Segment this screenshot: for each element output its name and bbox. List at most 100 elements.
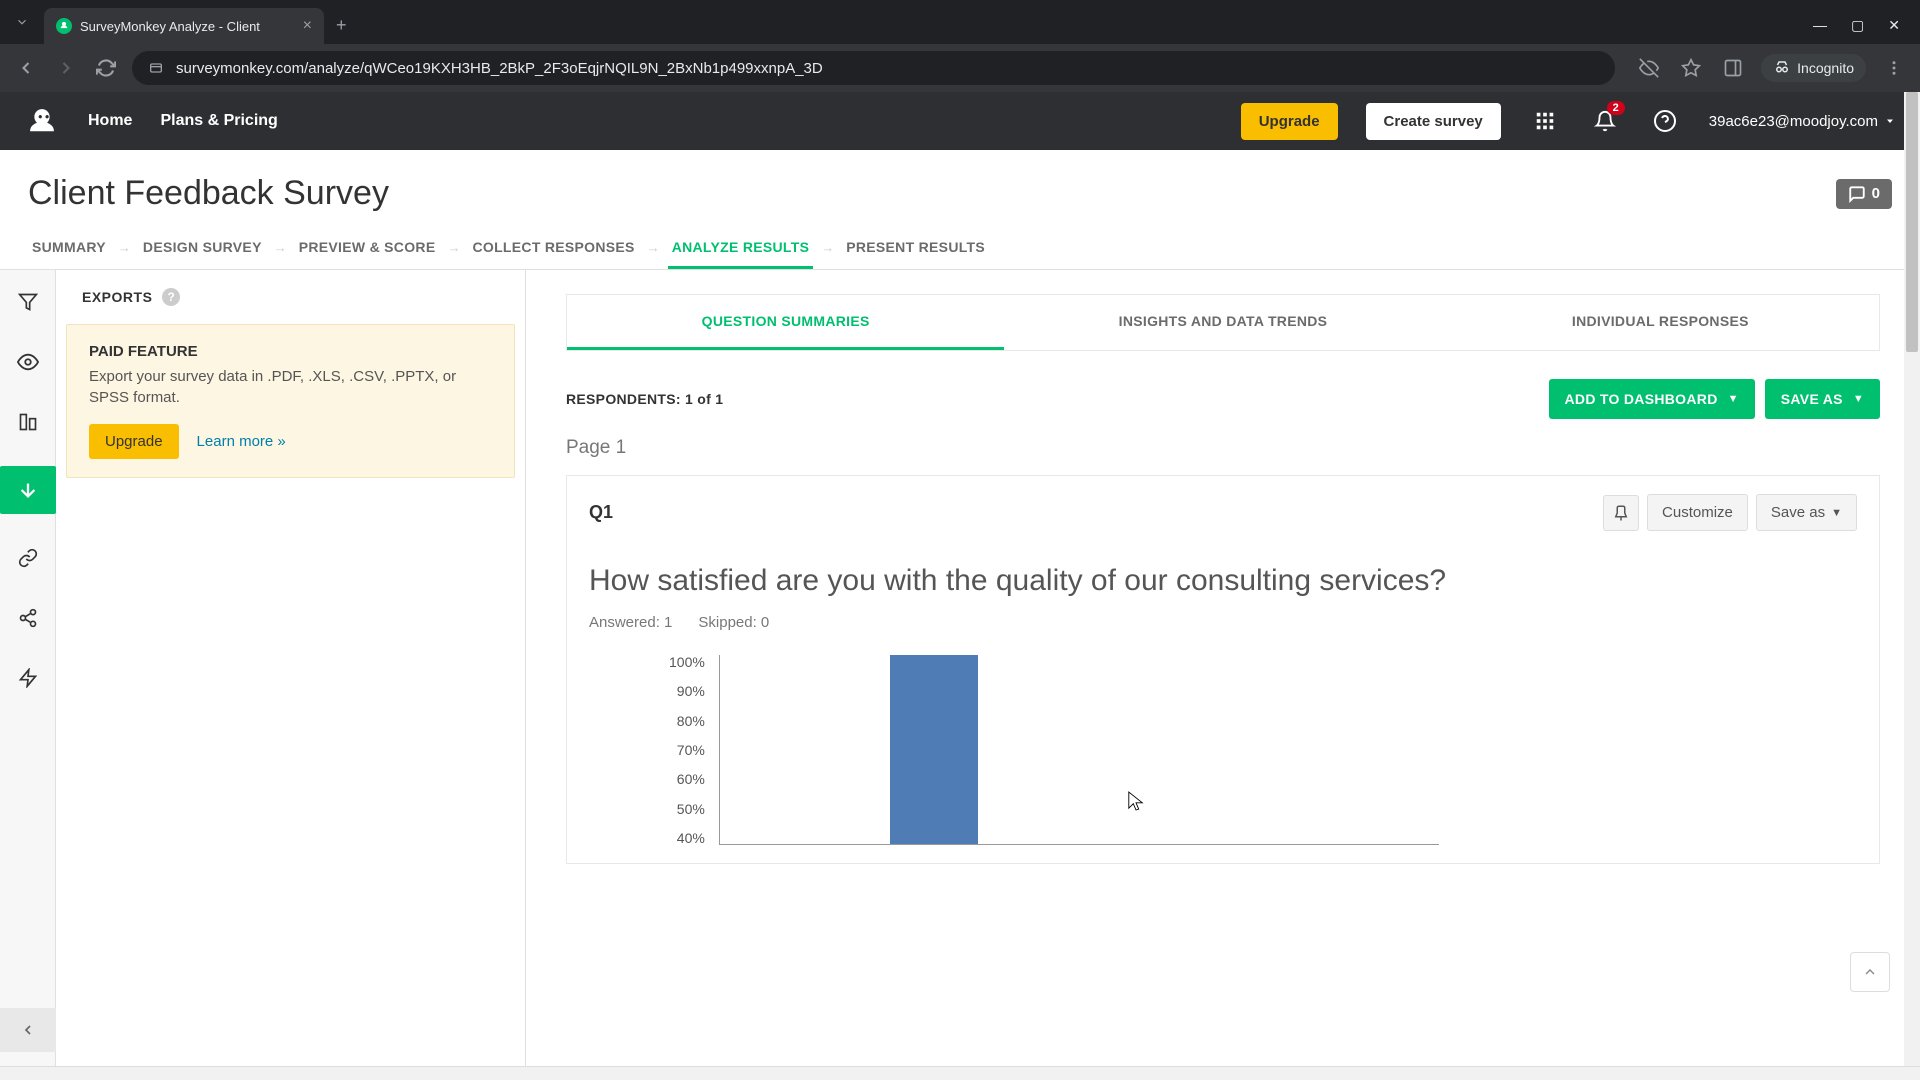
forward-icon[interactable] <box>52 54 80 82</box>
notifications-bell-icon[interactable]: 2 <box>1589 105 1621 137</box>
chart-bar[interactable] <box>890 655 978 844</box>
y-tick: 90% <box>677 684 705 698</box>
paid-feature-card: PAID FEATURE Export your survey data in … <box>66 324 515 478</box>
comment-icon <box>1848 185 1866 203</box>
minimize-icon[interactable]: — <box>1813 17 1827 34</box>
export-download-icon[interactable] <box>0 466 56 514</box>
help-icon[interactable] <box>1649 105 1681 137</box>
arrow-icon: → <box>118 240 131 255</box>
vertical-scrollbar[interactable] <box>1904 92 1920 1066</box>
apps-grid-icon[interactable] <box>1529 105 1561 137</box>
comments-button[interactable]: 0 <box>1836 179 1892 209</box>
eye-icon[interactable] <box>12 346 44 378</box>
answered-stat: Answered: 1 <box>589 614 672 631</box>
horizontal-scrollbar[interactable] <box>0 1066 1920 1080</box>
upgrade-small-button[interactable]: Upgrade <box>89 424 179 459</box>
collapse-rail-icon[interactable] <box>0 1008 56 1052</box>
result-tabs: QUESTION SUMMARIES INSIGHTS AND DATA TRE… <box>566 294 1880 351</box>
pin-icon[interactable] <box>1603 495 1639 531</box>
workflow-tabs: SUMMARY → DESIGN SURVEY → PREVIEW & SCOR… <box>0 225 1920 270</box>
upgrade-button[interactable]: Upgrade <box>1241 103 1338 140</box>
new-tab-button[interactable]: + <box>336 15 347 36</box>
save-as-button[interactable]: SAVE AS ▼ <box>1765 379 1880 419</box>
exports-help-icon[interactable]: ? <box>162 288 180 306</box>
chevron-down-icon: ▼ <box>1831 507 1842 519</box>
results-toolbar: RESPONDENTS: 1 of 1 ADD TO DASHBOARD ▼ S… <box>566 379 1880 419</box>
tab-title: SurveyMonkey Analyze - Client <box>80 19 295 34</box>
question-title: How satisfied are you with the quality o… <box>589 561 1857 600</box>
site-info-icon[interactable] <box>146 58 166 78</box>
address-bar[interactable]: surveymonkey.com/analyze/qWCeo19KXH3HB_2… <box>132 51 1615 85</box>
paid-feature-description: Export your survey data in .PDF, .XLS, .… <box>89 366 492 408</box>
bolt-icon[interactable] <box>12 662 44 694</box>
bookmark-star-icon[interactable] <box>1677 54 1705 82</box>
respondents-count: RESPONDENTS: 1 of 1 <box>566 391 723 407</box>
url-text: surveymonkey.com/analyze/qWCeo19KXH3HB_2… <box>176 60 823 77</box>
share-icon[interactable] <box>12 602 44 634</box>
browser-toolbar: surveymonkey.com/analyze/qWCeo19KXH3HB_2… <box>0 44 1920 92</box>
customize-button[interactable]: Customize <box>1647 494 1748 531</box>
eye-off-icon[interactable] <box>1635 54 1663 82</box>
back-icon[interactable] <box>12 54 40 82</box>
arrow-icon: → <box>274 240 287 255</box>
chart-plot-area <box>719 655 1439 845</box>
user-email: 39ac6e23@moodjoy.com <box>1709 113 1878 130</box>
tab-preview-score[interactable]: PREVIEW & SCORE <box>295 225 440 269</box>
incognito-badge[interactable]: Incognito <box>1761 54 1866 82</box>
surveymonkey-logo-icon[interactable] <box>24 103 60 139</box>
chevron-down-icon: ▼ <box>1853 393 1864 405</box>
tab-insights-trends[interactable]: INSIGHTS AND DATA TRENDS <box>1004 295 1441 350</box>
close-window-icon[interactable]: ✕ <box>1888 17 1900 34</box>
incognito-label: Incognito <box>1797 60 1854 76</box>
tab-search-dropdown[interactable] <box>8 8 36 36</box>
exports-label: EXPORTS <box>82 289 152 305</box>
tab-individual-responses[interactable]: INDIVIDUAL RESPONSES <box>1442 295 1879 350</box>
link-icon[interactable] <box>12 542 44 574</box>
create-survey-button[interactable]: Create survey <box>1366 103 1501 140</box>
add-to-dashboard-button[interactable]: ADD TO DASHBOARD ▼ <box>1549 379 1755 419</box>
window-controls: — ▢ ✕ <box>1813 17 1900 34</box>
filter-icon[interactable] <box>12 286 44 318</box>
question-number: Q1 <box>589 502 613 523</box>
y-tick: 80% <box>677 714 705 728</box>
tab-close-icon[interactable]: × <box>303 17 312 35</box>
results-content: QUESTION SUMMARIES INSIGHTS AND DATA TRE… <box>526 270 1920 1072</box>
scroll-to-top-button[interactable] <box>1850 952 1890 992</box>
exports-header: EXPORTS ? <box>56 270 525 324</box>
nav-home[interactable]: Home <box>88 112 132 130</box>
y-tick: 70% <box>677 743 705 757</box>
y-tick: 50% <box>677 802 705 816</box>
maximize-icon[interactable]: ▢ <box>1851 17 1864 34</box>
favicon-icon <box>56 18 72 34</box>
tab-analyze-results[interactable]: ANALYZE RESULTS <box>668 225 814 269</box>
browser-tab[interactable]: SurveyMonkey Analyze - Client × <box>44 8 324 44</box>
reload-icon[interactable] <box>92 54 120 82</box>
tab-design-survey[interactable]: DESIGN SURVEY <box>139 225 266 269</box>
y-tick: 40% <box>677 831 705 845</box>
tab-summary[interactable]: SUMMARY <box>28 225 110 269</box>
browser-tab-strip: SurveyMonkey Analyze - Client × + — ▢ ✕ <box>0 0 1920 44</box>
notification-count-badge: 2 <box>1607 101 1625 115</box>
arrow-icon: → <box>447 240 460 255</box>
skipped-stat: Skipped: 0 <box>698 614 769 631</box>
comments-count: 0 <box>1872 185 1880 202</box>
tab-question-summaries[interactable]: QUESTION SUMMARIES <box>567 295 1004 350</box>
user-menu[interactable]: 39ac6e23@moodjoy.com <box>1709 113 1896 130</box>
tab-collect-responses[interactable]: COLLECT RESPONSES <box>468 225 638 269</box>
chevron-down-icon <box>1884 115 1896 127</box>
y-tick: 100% <box>669 655 705 669</box>
benchmark-icon[interactable] <box>12 406 44 438</box>
arrow-icon: → <box>821 240 834 255</box>
question-save-as-button[interactable]: Save as ▼ <box>1756 494 1857 531</box>
app-header: Home Plans & Pricing Upgrade Create surv… <box>0 92 1920 150</box>
menu-dots-icon[interactable] <box>1880 54 1908 82</box>
nav-plans-pricing[interactable]: Plans & Pricing <box>160 112 277 130</box>
tab-present-results[interactable]: PRESENT RESULTS <box>842 225 989 269</box>
paid-feature-title: PAID FEATURE <box>89 343 492 360</box>
side-panel-icon[interactable] <box>1719 54 1747 82</box>
scrollbar-thumb[interactable] <box>1906 92 1918 352</box>
exports-panel: EXPORTS ? PAID FEATURE Export your surve… <box>56 270 526 1072</box>
page-label: Page 1 <box>566 437 1880 459</box>
learn-more-link[interactable]: Learn more » <box>197 433 286 450</box>
question-card: Q1 Customize Save as ▼ How satisfied are… <box>566 475 1880 864</box>
